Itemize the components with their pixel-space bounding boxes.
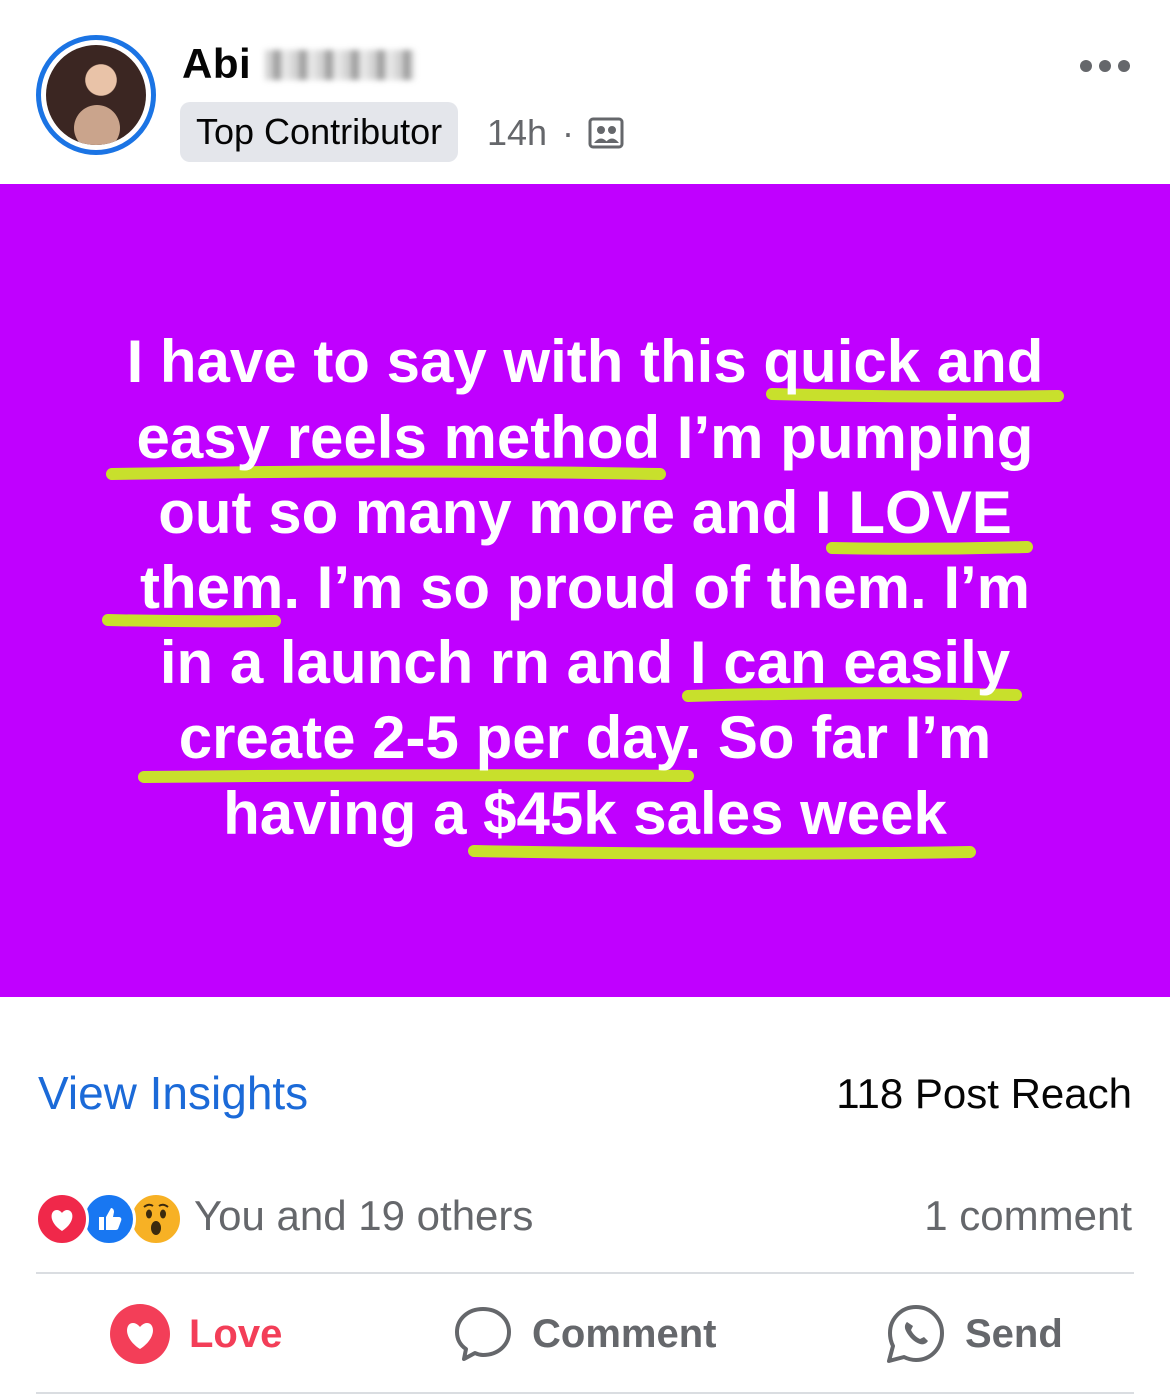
comment-button[interactable]: Comment [452,1302,716,1366]
meta-separator: · [562,112,574,153]
love-reaction-icon[interactable] [35,1192,89,1246]
reaction-summary[interactable]: You and 19 others [194,1192,533,1240]
divider [36,1272,1134,1274]
comment-button-label: Comment [532,1311,717,1356]
post-text-line-2: easy reels method I’m pumping [137,404,1034,471]
like-reaction-icon[interactable] [82,1192,136,1246]
send-button[interactable]: Send [885,1302,1063,1366]
love-button-label: Love [189,1311,283,1356]
underline-easy-reels-method [106,465,666,480]
group-photo-icon [588,117,624,149]
divider-bottom [36,1392,1134,1394]
action-bar: Love Comment Send [0,1290,1170,1380]
send-button-label: Send [965,1311,1063,1356]
avatar-photo [46,45,146,145]
post-text-line-5: in a launch rn and I can easily [160,629,1011,696]
post-reach-count: 118 Post Reach [836,1070,1132,1117]
post-text-line-1: I have to say with this quick and [127,328,1044,395]
view-insights-link[interactable]: View Insights [38,1066,308,1120]
post-text-line-6: create 2-5 per day. So far I’m [179,704,992,771]
post-text-line-3: out so many more and I LOVE [158,479,1011,546]
post-image-text: I have to say with this quick and easy r… [102,328,1064,860]
comment-icon [455,1307,511,1361]
underline-i-love [826,541,1033,555]
top-contributor-badge[interactable]: Top Contributor [180,102,459,162]
insights-row: View Insights 118 Post Reach [0,1060,1170,1130]
underline-45k-sales-week [468,845,976,860]
author-name[interactable]: Abi [182,40,251,88]
love-button[interactable]: Love [109,1302,282,1366]
post-text-line-7: having a $45k sales week [223,780,947,847]
underline-create-2-5-per-day [138,769,694,783]
love-icon [110,1304,170,1364]
post-image[interactable]: I have to say with this quick and easy r… [0,184,1170,997]
post-header: Abi Top Contributor 14h · [0,0,1170,184]
wow-reaction-icon[interactable] [129,1192,183,1246]
comment-count[interactable]: 1 comment [924,1192,1132,1240]
avatar[interactable] [36,35,156,155]
post-text-line-4: them. I’m so proud of them. I’m [140,554,1030,621]
more-horizontal-icon[interactable] [1078,56,1132,76]
post-timestamp[interactable]: 14h [487,112,547,154]
reactions-row: You and 19 others 1 comment [0,1186,1170,1250]
redacted-surname [265,50,415,80]
whatsapp-icon [887,1305,944,1363]
